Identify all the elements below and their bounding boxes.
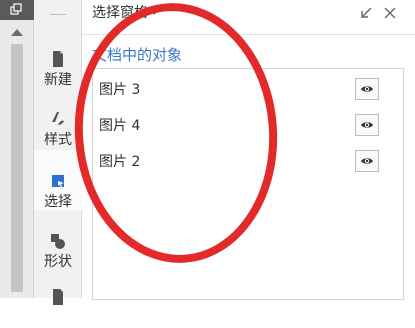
pane-header: 选择窗格 ▼ [82, 0, 415, 35]
rail-item-shapes[interactable]: 形状 [34, 210, 82, 270]
rail-item-select[interactable]: 选择 [34, 150, 82, 210]
scroll-up-arrow-icon[interactable] [8, 24, 26, 40]
chevron-down-icon: ▼ [151, 7, 158, 17]
selection-pane: 选择窗格 ▼ 文档中的对象 图片 3 图片 4 图片 2 [82, 0, 415, 300]
rail-grip[interactable] [50, 14, 66, 15]
left-scroll-strip [0, 0, 34, 298]
scrollbar-thumb[interactable] [11, 44, 23, 292]
rail-item-document[interactable] [34, 268, 82, 328]
object-name: 图片 4 [99, 118, 141, 134]
document-icon [53, 289, 63, 305]
object-list: 图片 3 图片 4 图片 2 [92, 68, 404, 300]
objects-in-document-heading: 文档中的对象 [92, 46, 183, 64]
style-brush-icon [52, 112, 64, 125]
restore-button[interactable] [0, 0, 34, 20]
visibility-toggle-button[interactable] [355, 78, 379, 100]
close-icon[interactable] [382, 5, 398, 21]
eye-icon [361, 158, 373, 164]
rail-item-style[interactable]: 样式 [34, 88, 82, 148]
new-doc-icon [53, 51, 63, 67]
pane-title: 选择窗格 [92, 5, 148, 21]
object-name: 图片 2 [99, 154, 141, 170]
rail-item-label: 选择 [44, 194, 72, 210]
collapse-pane-icon[interactable] [358, 5, 374, 21]
list-item[interactable]: 图片 2 [93, 143, 403, 179]
list-item[interactable]: 图片 4 [93, 107, 403, 143]
visibility-toggle-button[interactable] [355, 150, 379, 172]
object-name: 图片 3 [99, 82, 141, 98]
select-arrow-icon [52, 175, 64, 188]
eye-icon [361, 86, 373, 92]
list-item[interactable]: 图片 3 [93, 71, 403, 107]
restore-window-icon [10, 3, 22, 15]
rail-item-label: 样式 [44, 132, 72, 148]
visibility-toggle-button[interactable] [355, 114, 379, 136]
shapes-icon [51, 234, 65, 249]
tool-rail: 新建 样式 选择 形状 [34, 0, 82, 305]
eye-icon [361, 122, 373, 128]
rail-item-new[interactable]: 新建 [34, 28, 82, 88]
rail-item-label: 新建 [44, 72, 72, 88]
pane-title-dropdown[interactable]: 选择窗格 ▼ [92, 2, 158, 22]
